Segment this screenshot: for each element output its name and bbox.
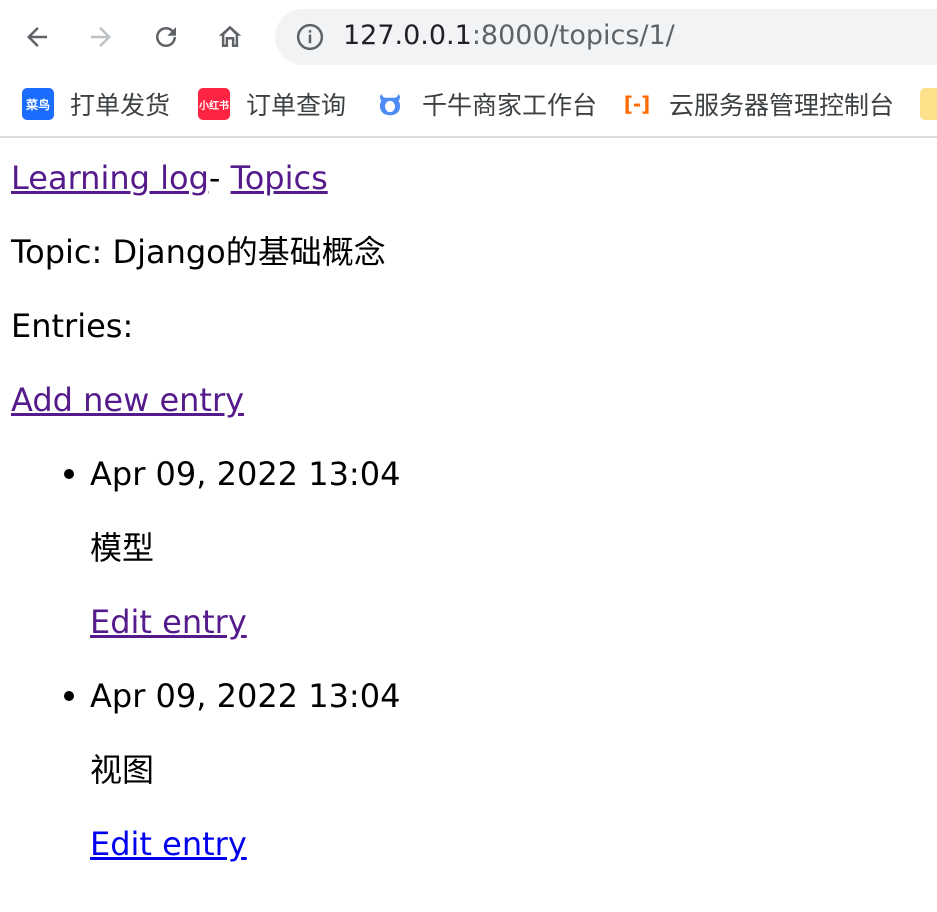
bookmark-folder[interactable]: [920, 86, 937, 122]
bookmark-cainiao[interactable]: 菜鸟 打单发货: [22, 86, 170, 122]
bullet-icon: [64, 691, 74, 701]
arrow-right-icon: [91, 27, 111, 47]
entries-heading: Entries:: [11, 307, 134, 345]
add-entry-row: Add new entry: [11, 380, 244, 420]
nav-separator: -: [208, 159, 231, 197]
arrow-left-icon: [27, 27, 47, 47]
bookmark-aliyun[interactable]: [-] 云服务器管理控制台: [621, 86, 894, 122]
edit-entry-link[interactable]: Edit entry: [90, 824, 247, 864]
entry-date: Apr 09, 2022 13:04: [90, 677, 401, 715]
home-button[interactable]: [207, 14, 253, 60]
list-item: Apr 09, 2022 13:04 模型 Edit entry: [11, 454, 811, 676]
forward-button[interactable]: [78, 14, 124, 60]
url-text: 127.0.0.1:8000/topics/1/: [343, 20, 675, 52]
topic-title: Topic: Django的基础概念: [11, 233, 386, 271]
add-new-entry-link[interactable]: Add new entry: [11, 381, 244, 419]
browser-toolbar: 127.0.0.1:8000/topics/1/: [0, 0, 937, 74]
aliyun-icon: [-]: [623, 92, 651, 116]
folder-icon: [920, 88, 937, 120]
reload-icon: [156, 27, 176, 47]
site-header: Learning log- Topics: [11, 158, 328, 198]
list-item: Apr 09, 2022 13:04 视图 Edit entry: [11, 676, 811, 898]
topics-link[interactable]: Topics: [231, 159, 328, 197]
url-host: 127.0.0.1: [343, 20, 472, 51]
bookmark-label: 千牛商家工作台: [422, 91, 598, 120]
info-icon[interactable]: [295, 22, 325, 52]
bookmark-label: 打单发货: [70, 91, 171, 120]
learning-log-link[interactable]: Learning log: [11, 159, 209, 197]
back-button[interactable]: [14, 14, 60, 60]
bullet-icon: [64, 469, 74, 479]
edit-entry-link[interactable]: Edit entry: [90, 602, 247, 642]
xiaohongshu-icon: 小红书: [198, 88, 230, 120]
entry-date: Apr 09, 2022 13:04: [90, 455, 401, 493]
bookmark-qianniu[interactable]: 千牛商家工作台: [374, 86, 597, 122]
cainiao-icon: 菜鸟: [22, 88, 54, 120]
qianniu-icon: [374, 88, 406, 120]
entry-text: 模型: [90, 529, 155, 567]
address-bar[interactable]: 127.0.0.1:8000/topics/1/: [275, 9, 937, 65]
entry-text: 视图: [90, 751, 155, 789]
bookmarks-bar: 菜鸟 打单发货 小红书 订单查询 千牛商家工作台 [-] 云服务器管理控制台: [0, 74, 937, 138]
home-icon: [218, 25, 242, 47]
bookmark-label: 订单查询: [246, 91, 347, 120]
reload-button[interactable]: [143, 14, 189, 60]
bookmark-xiaohongshu[interactable]: 小红书 订单查询: [198, 86, 346, 122]
url-path: :8000/topics/1/: [471, 20, 675, 51]
bookmark-label: 云服务器管理控制台: [669, 91, 895, 120]
